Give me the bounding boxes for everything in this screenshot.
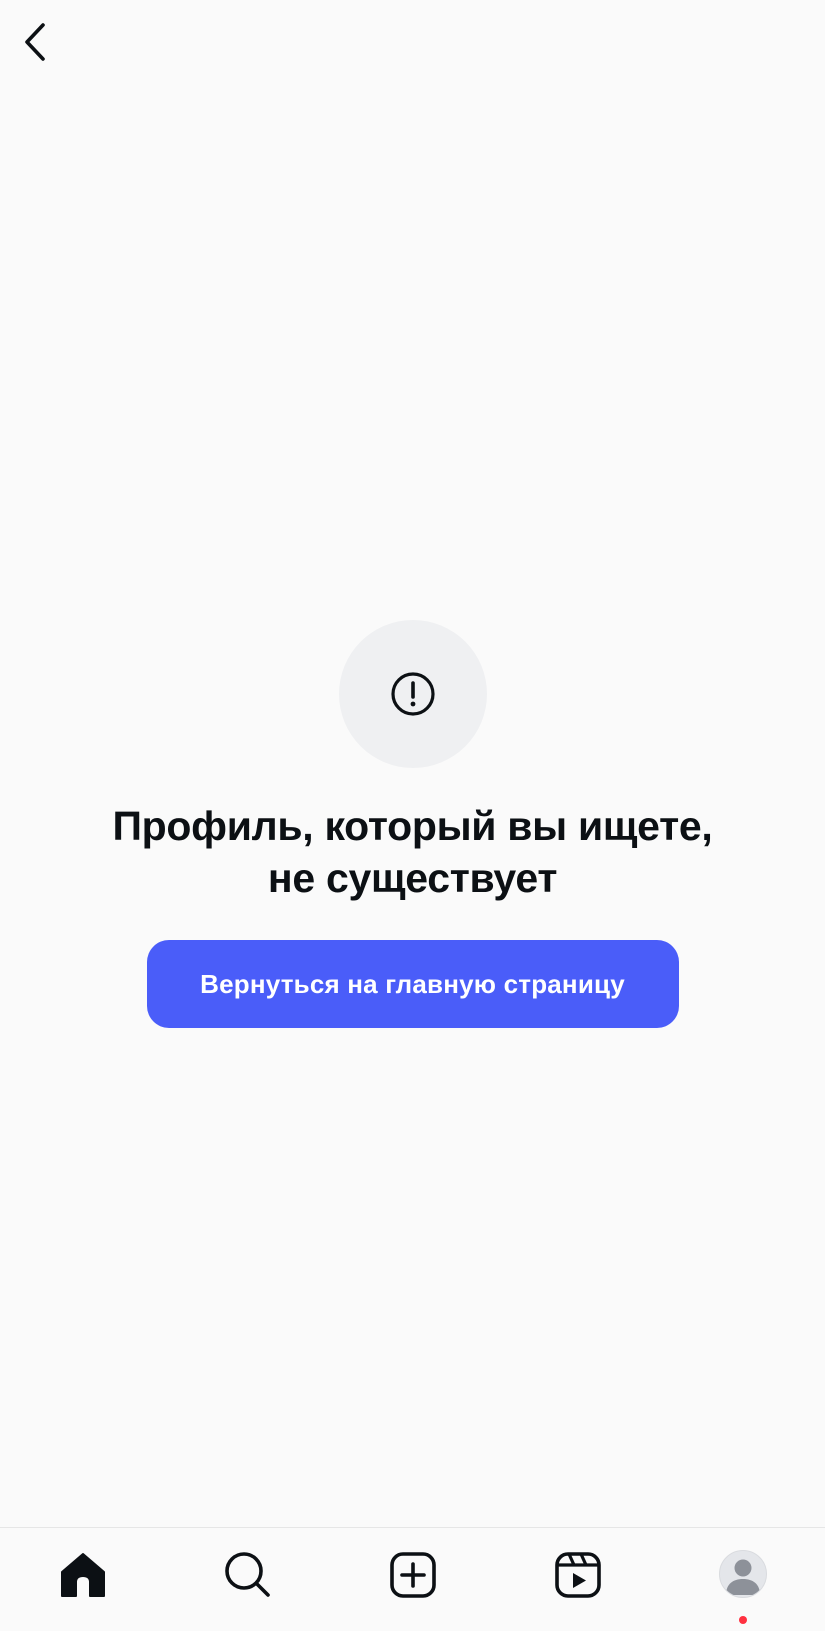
bottom-navigation [0,1527,825,1631]
home-icon [60,1553,105,1597]
go-home-button[interactable]: Вернуться на главную страницу [146,940,679,1028]
alert-circle-icon [390,672,435,716]
create-icon [389,1552,436,1598]
nav-item-home[interactable] [23,1528,143,1631]
nav-item-reels[interactable] [518,1528,638,1631]
profile-avatar-icon [718,1550,767,1598]
nav-item-profile[interactable] [683,1528,803,1631]
notification-dot [738,1616,747,1624]
title-line-2: не существует [267,855,558,901]
reels-icon [554,1552,601,1598]
title-line-1: Профиль, который вы ищете, [112,803,713,849]
alert-circle-container [338,620,487,768]
nav-item-create[interactable] [353,1528,473,1631]
nav-item-search[interactable] [188,1528,308,1631]
search-icon [224,1552,270,1597]
error-content: Профиль, который вы ищете, не существует… [0,620,825,1028]
page-title: Профиль, который вы ищете, не существует [63,800,763,904]
profile-not-found-screen: Профиль, который вы ищете, не существует… [0,0,825,1631]
back-button[interactable] [14,18,58,66]
chevron-left-icon [25,23,45,61]
